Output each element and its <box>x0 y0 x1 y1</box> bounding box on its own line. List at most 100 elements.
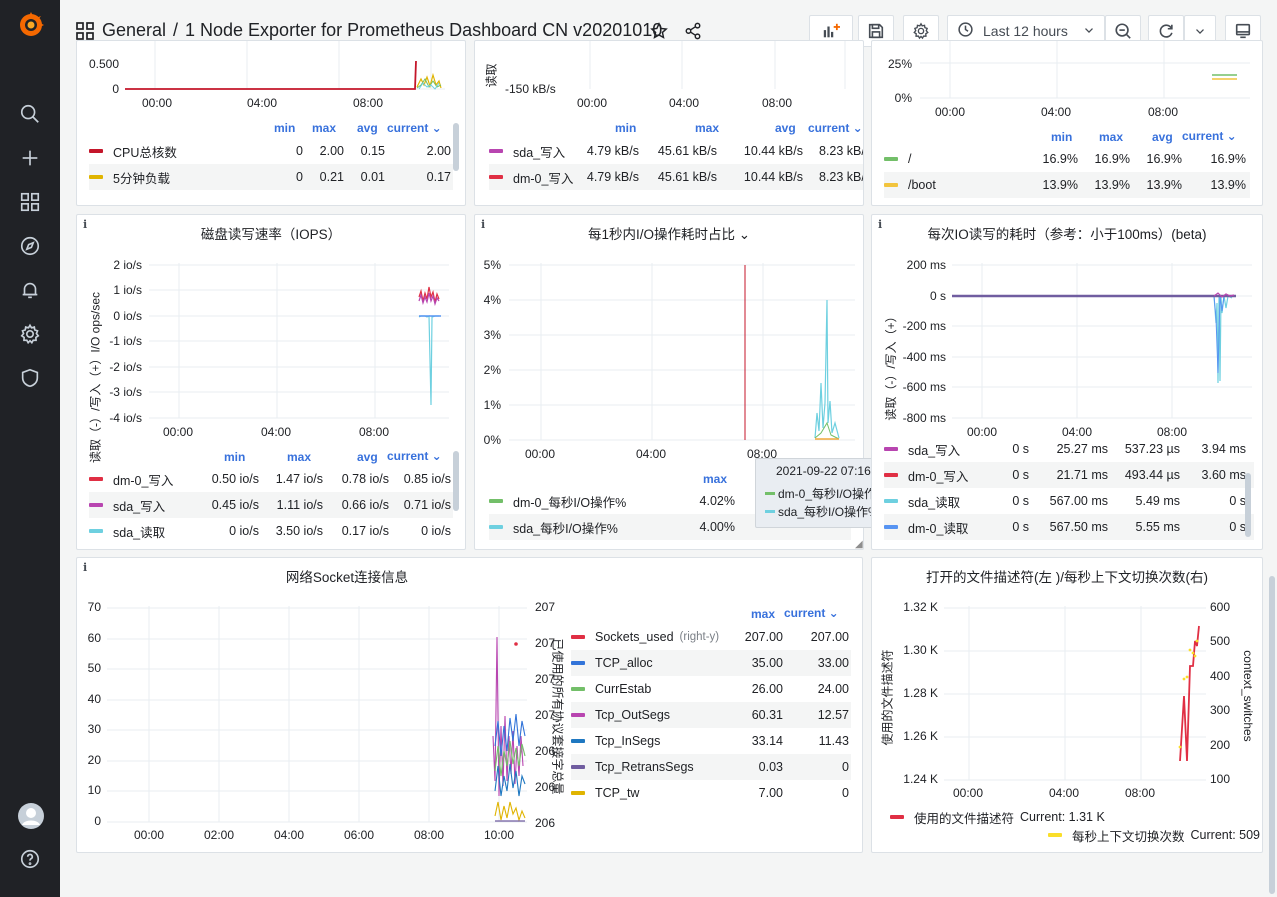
legend-header-max[interactable]: max <box>695 121 719 135</box>
legend-header-min[interactable]: min <box>1051 130 1072 144</box>
user-avatar-icon[interactable] <box>17 802 45 830</box>
y-tick-right: 207 <box>535 600 556 614</box>
legend-header-min[interactable]: min <box>224 450 245 464</box>
y-tick: 0% <box>483 433 501 447</box>
legend-row[interactable]: Tcp_RetransSegs 0.03 0 <box>571 754 851 780</box>
min-value: 0 io/s <box>229 524 259 538</box>
y-tick: 0.500 <box>88 57 119 71</box>
panel-title[interactable]: 每次IO读写的耗时（参考：小于100ms）(beta) <box>872 223 1262 243</box>
legend-header-max[interactable]: max <box>1099 130 1123 144</box>
legend-header-avg[interactable]: avg <box>357 450 378 464</box>
legend-header-current[interactable]: current ⌄ <box>1182 129 1237 143</box>
help-question-icon[interactable] <box>18 847 42 871</box>
create-plus-icon[interactable] <box>18 146 42 170</box>
legend-header-current[interactable]: current ⌄ <box>784 606 839 620</box>
y-tick: 200 ms <box>906 258 946 272</box>
max-value: 25.27 ms <box>1056 443 1108 456</box>
legend-header-max[interactable]: max <box>703 472 727 486</box>
legend-item[interactable]: 每秒上下文切换次数 Current: 509 <box>1048 822 1260 848</box>
legend-header-avg[interactable]: avg <box>357 121 378 135</box>
series-name: dm-0_写入 <box>513 171 574 186</box>
network-socket-plot[interactable] <box>107 606 527 824</box>
legend-header-avg[interactable]: avg <box>1152 130 1173 144</box>
io-latency-plot[interactable] <box>952 263 1252 423</box>
series-color-swatch <box>884 183 898 187</box>
max-value: 45.61 kB/s <box>657 144 717 158</box>
dashboard-title[interactable]: 1 Node Exporter for Prometheus Dashboard… <box>185 20 662 41</box>
legend-row[interactable]: 5分钟负载 0 0.21 0.01 0.17 <box>89 164 453 190</box>
series-color-swatch <box>571 791 585 795</box>
x-tick: 04:00 <box>669 96 700 110</box>
legend-header-avg[interactable]: avg <box>775 121 796 135</box>
cpu-load-plot[interactable] <box>125 41 445 96</box>
legend-row[interactable]: sda_写入 0.45 io/s 1.11 io/s 0.66 io/s 0.7… <box>89 492 453 518</box>
legend-row[interactable]: CPU总核数 0 2.00 0.15 2.00 <box>89 138 453 164</box>
legend-header-max[interactable]: max <box>287 450 311 464</box>
alerting-bell-icon[interactable] <box>18 278 42 302</box>
disk-usage-plot[interactable] <box>920 41 1250 105</box>
series-name: sda_写入 <box>908 443 961 458</box>
legend-row[interactable]: dm-0_写入 0.50 io/s 1.47 io/s 0.78 io/s 0.… <box>89 466 453 492</box>
disk-usage-panel: 25% 0% 00:00 04:00 08:00 min max avg cur… <box>871 40 1263 206</box>
legend-row[interactable]: TCP_tw 7.00 0 <box>571 780 851 806</box>
legend-header-min[interactable]: min <box>615 121 636 135</box>
legend-header-max[interactable]: max <box>312 121 336 135</box>
series-color-swatch <box>1048 833 1062 837</box>
server-admin-shield-icon[interactable] <box>18 366 42 390</box>
sidebar <box>0 0 60 897</box>
legend-header-min[interactable]: min <box>274 121 295 135</box>
iops-plot[interactable] <box>149 263 449 423</box>
panel-title[interactable]: 磁盘读写速率（IOPS） <box>77 223 465 243</box>
legend-row[interactable]: / 16.9% 16.9% 16.9% 16.9% <box>884 146 1250 172</box>
legend-row[interactable]: CurrEstab 26.00 24.00 <box>571 676 851 702</box>
grafana-logo-icon[interactable] <box>17 11 45 39</box>
panel-title[interactable]: 打开的文件描述符(左 )/每秒上下文切换次数(右) <box>872 566 1262 586</box>
panel-title[interactable]: 每1秒内I/O操作耗时占比 ⌄ <box>475 223 863 243</box>
io-util-plot[interactable] <box>509 263 855 443</box>
legend-row[interactable]: Tcp_InSegs 33.14 11.43 <box>571 728 851 754</box>
max-value: 207.00 <box>744 630 783 644</box>
legend-row[interactable]: /boot 13.9% 13.9% 13.9% 13.9% <box>884 172 1250 198</box>
breadcrumb-folder[interactable]: General <box>102 20 166 41</box>
x-tick: 06:00 <box>344 828 375 842</box>
explore-compass-icon[interactable] <box>18 234 42 258</box>
max-value: 1.47 io/s <box>275 472 323 486</box>
y-tick: 10 <box>87 783 101 797</box>
legend-row[interactable]: TCP_alloc 35.00 33.00 <box>571 650 851 676</box>
min-value: 0 s <box>1012 443 1029 456</box>
panel-title[interactable]: 网络Socket连接信息 <box>77 566 617 586</box>
legend-row[interactable]: dm-0_写入 4.79 kB/s 45.61 kB/s 10.44 kB/s … <box>489 164 863 190</box>
legend-row[interactable]: dm-0_写入 0 s 21.71 ms 493.44 µs 3.60 ms <box>884 462 1254 488</box>
legend-header-max[interactable]: max <box>751 607 775 621</box>
avg-value: 5.55 ms <box>1135 520 1180 534</box>
legend-row[interactable]: sda_读取 0 s 567.00 ms 5.49 ms 0 s <box>884 488 1254 514</box>
legend-row[interactable]: sda_写入 4.79 kB/s 45.61 kB/s 10.44 kB/s 8… <box>489 138 863 164</box>
fd-context-switch-plot[interactable] <box>944 606 1206 782</box>
disk-throughput-plot[interactable] <box>565 41 855 96</box>
series-name: TCP_alloc <box>595 656 653 670</box>
legend-header-current[interactable]: current ⌄ <box>387 449 442 463</box>
search-icon[interactable] <box>18 102 42 126</box>
legend-row[interactable]: sda_写入 0 s 25.27 ms 537.23 µs 3.94 ms <box>884 443 1254 462</box>
min-value: 0 s <box>1012 494 1029 508</box>
max-value: 21.71 ms <box>1056 468 1108 482</box>
min-value: 0 <box>296 144 303 158</box>
page-scrollbar[interactable] <box>1269 576 1275 894</box>
legend-scrollbar[interactable] <box>1245 473 1251 537</box>
legend-row[interactable]: Sockets_used (right-y) 207.00 207.00 <box>571 624 851 650</box>
legend-row[interactable]: dm-0_读取 0 s 567.50 ms 5.55 ms 0 s <box>884 514 1254 540</box>
legend-row[interactable]: sda_读取 0 io/s 3.50 io/s 0.17 io/s 0 io/s <box>89 518 453 544</box>
tooltip-series-name: sda_每秒I/O操作%: <box>778 505 883 519</box>
series-color-swatch <box>884 525 898 529</box>
resize-handle-icon[interactable]: ◢ <box>855 539 863 549</box>
legend-scrollbar[interactable] <box>453 123 459 171</box>
dashboards-grid-icon[interactable] <box>18 190 42 214</box>
configuration-gear-icon[interactable] <box>18 322 42 346</box>
legend-row[interactable]: Tcp_OutSegs 60.31 12.57 <box>571 702 851 728</box>
legend-scrollbar[interactable] <box>453 451 459 511</box>
y-tick: 1.26 K <box>903 729 938 743</box>
max-value: 3.50 io/s <box>275 524 323 538</box>
current-value: 8.23 kB/s <box>819 170 863 184</box>
legend-header-current[interactable]: current ⌄ <box>808 121 863 135</box>
legend-header-current[interactable]: current ⌄ <box>387 121 442 135</box>
